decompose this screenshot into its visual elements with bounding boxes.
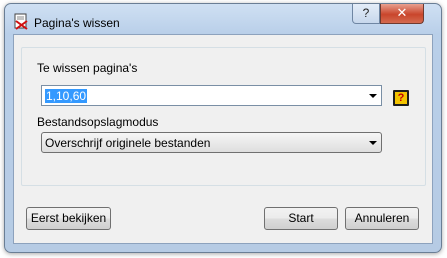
pages-combobox[interactable]: 1,10,60: [41, 85, 382, 106]
pages-label: Te wissen pagina's: [37, 61, 138, 75]
chevron-down-icon[interactable]: [369, 94, 377, 98]
pages-input-value: 1,10,60: [45, 89, 88, 103]
help-icon-glyph: ?: [395, 92, 407, 104]
storage-mode-value: Overschrijf originele bestanden: [45, 136, 211, 150]
storage-mode-label: Bestandsopslagmodus: [37, 115, 159, 129]
dialog-window: Pagina's wissen ? ✕ Te wissen pagina's 1…: [4, 3, 442, 253]
start-button[interactable]: Start: [264, 207, 338, 230]
pages-input[interactable]: 1,10,60: [45, 89, 88, 103]
storage-mode-select[interactable]: Overschrijf originele bestanden: [41, 132, 382, 153]
cancel-button[interactable]: Annuleren: [345, 207, 419, 230]
dialog-body: Te wissen pagina's 1,10,60 ? Bestandsops…: [13, 34, 433, 244]
help-question-icon[interactable]: ?: [393, 90, 409, 106]
window-title: Pagina's wissen: [34, 16, 120, 30]
chevron-down-icon[interactable]: [369, 141, 377, 145]
title-bar[interactable]: Pagina's wissen ? ✕: [5, 4, 441, 38]
delete-pages-icon: [14, 13, 28, 30]
close-button[interactable]: ✕: [380, 4, 424, 24]
preview-button[interactable]: Eerst bekijken: [26, 207, 111, 230]
help-button[interactable]: ?: [352, 4, 380, 24]
